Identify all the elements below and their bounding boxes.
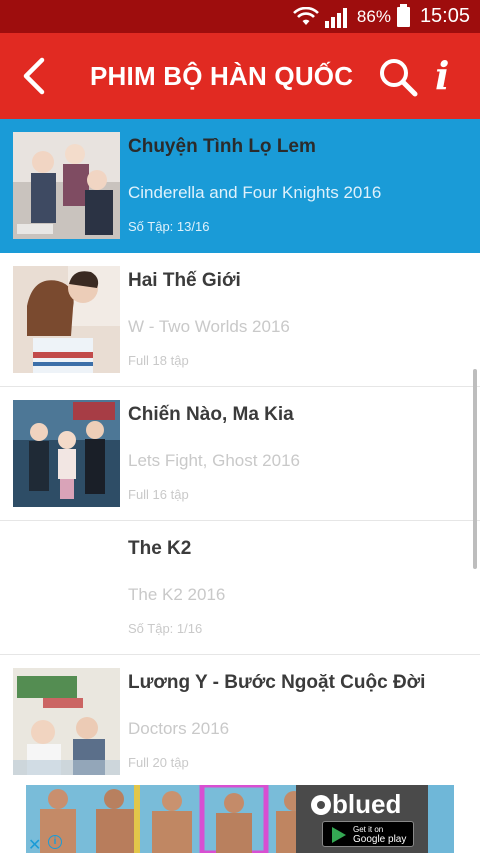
google-play-badge[interactable]: Get it on Google play — [322, 821, 414, 847]
episode-count: Full 20 tập — [128, 755, 189, 770]
ad-close-icon[interactable]: ✕ — [28, 835, 41, 853]
movie-title: Chuyện Tình Lọ Lem — [128, 136, 316, 157]
back-arrow-icon[interactable] — [18, 55, 52, 97]
poster-thumbnail — [13, 534, 120, 641]
ad-banner[interactable]: blued Get it on Google play ✕ i — [0, 785, 480, 853]
ad-info-icon[interactable]: i — [48, 835, 62, 849]
movie-title: Chiến Nào, Ma Kia — [128, 404, 294, 425]
page-title: PHIM BỘ HÀN QUỐC — [90, 61, 354, 91]
status-bar: 86% 15:05 — [0, 0, 480, 33]
poster-thumbnail — [13, 132, 120, 239]
list-item[interactable]: Lương Y - Bước Ngoặt Cuộc Đời Doctors 20… — [0, 655, 480, 785]
movie-subtitle: Lets Fight, Ghost 2016 — [128, 451, 300, 470]
movie-subtitle: Cinderella and Four Knights 2016 — [128, 183, 382, 202]
movie-title: The K2 — [128, 538, 192, 559]
app-bar: PHIM BỘ HÀN QUỐC i — [0, 33, 480, 119]
clock: 15:05 — [419, 5, 470, 27]
search-icon[interactable] — [378, 57, 418, 97]
list-item[interactable]: The K2 The K2 2016 Số Tập: 1/16 — [0, 521, 480, 655]
battery-icon — [396, 3, 410, 27]
list-item[interactable]: Chuyện Tình Lọ Lem Cinderella and Four K… — [0, 119, 480, 253]
movie-subtitle: Doctors 2016 — [128, 719, 230, 738]
poster-thumbnail — [13, 400, 120, 507]
poster-thumbnail — [13, 266, 120, 373]
movie-subtitle: W - Two Worlds 2016 — [128, 317, 290, 336]
battery-percent: 86% — [356, 6, 391, 26]
signal-icon — [324, 7, 347, 28]
wifi-icon — [292, 6, 319, 25]
episode-count: Full 16 tập — [128, 487, 189, 502]
info-icon[interactable]: i — [435, 55, 457, 97]
episode-count: Full 18 tập — [128, 353, 189, 368]
movie-subtitle: The K2 2016 — [128, 585, 226, 604]
list-item[interactable]: Chiến Nào, Ma Kia Lets Fight, Ghost 2016… — [0, 387, 480, 521]
scrollbar[interactable] — [473, 369, 477, 569]
play-store-icon — [332, 827, 346, 843]
movie-title: Hai Thế Giới — [128, 270, 241, 291]
list-item[interactable]: Hai Thế Giới W - Two Worlds 2016 Full 18… — [0, 253, 480, 387]
movie-list: Chuyện Tình Lọ Lem Cinderella and Four K… — [0, 119, 480, 785]
blued-logo-icon — [311, 795, 331, 815]
episode-count: Số Tập: 13/16 — [128, 219, 210, 234]
movie-title: Lương Y - Bước Ngoặt Cuộc Đời — [128, 672, 426, 693]
episode-count: Số Tập: 1/16 — [128, 621, 203, 636]
poster-thumbnail — [13, 668, 120, 775]
ad-brand: blued — [310, 789, 401, 820]
